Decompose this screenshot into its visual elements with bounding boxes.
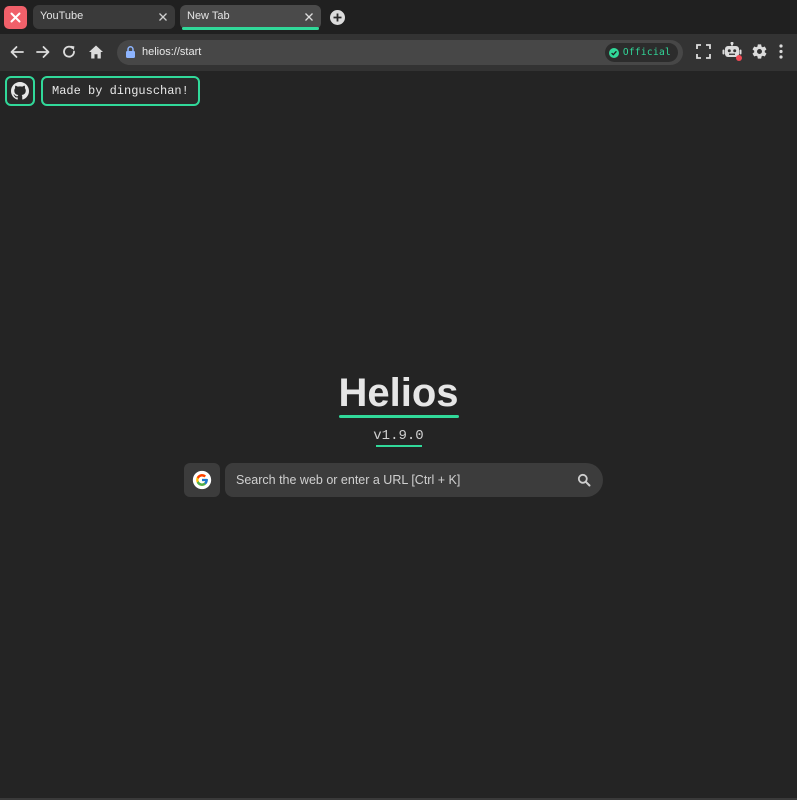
official-badge-label: Official [622,47,671,58]
notification-dot [736,55,742,61]
browser-toolbar: helios://start Official [0,34,797,71]
tab-youtube[interactable]: YouTube [33,5,175,29]
gear-icon [752,44,767,59]
check-circle-icon [608,47,619,58]
github-button[interactable] [5,76,35,106]
official-badge[interactable]: Official [604,43,678,62]
search-icon[interactable] [577,473,591,487]
home-icon [89,45,103,59]
github-icon [11,82,29,100]
home-button[interactable] [87,43,105,61]
title-underline [339,415,459,418]
fullscreen-button[interactable] [695,43,712,65]
new-tab-button[interactable] [330,10,345,25]
close-app-button[interactable] [4,6,27,29]
plus-icon [333,13,342,22]
address-url: helios://start [142,46,202,58]
google-icon [192,470,212,490]
tab-close-icon[interactable] [157,11,169,23]
version-underline [376,445,422,447]
arrow-right-icon [36,46,50,58]
menu-button[interactable] [776,43,786,65]
search-input[interactable] [225,463,565,497]
search-box[interactable] [225,463,603,497]
page-title: Helios [338,371,459,415]
reload-icon [63,45,75,58]
reload-button[interactable] [60,43,78,61]
address-bar[interactable]: helios://start Official [117,40,683,65]
tab-label: YouTube [40,10,84,22]
search-engine-button[interactable] [184,463,220,497]
arrow-left-icon [10,46,24,58]
tab-new-tab[interactable]: New Tab [180,5,321,30]
forward-button[interactable] [34,43,52,61]
close-icon [10,12,21,23]
back-button[interactable] [8,43,26,61]
bot-button[interactable] [722,41,744,62]
lock-icon [126,46,135,58]
settings-button[interactable] [751,43,768,65]
tab-label: New Tab [187,10,230,22]
tab-strip: YouTube New Tab [0,0,797,34]
browser-window: YouTube New Tab helios://start Official … [0,0,797,800]
new-tab-page: Made by dinguschan! Helios v1.9.0 [0,71,797,798]
made-by-button[interactable]: Made by dinguschan! [41,76,200,106]
more-vertical-icon [779,44,783,59]
version-label: v1.9.0 [373,428,424,444]
tab-close-icon[interactable] [303,11,315,23]
fullscreen-icon [696,44,711,59]
